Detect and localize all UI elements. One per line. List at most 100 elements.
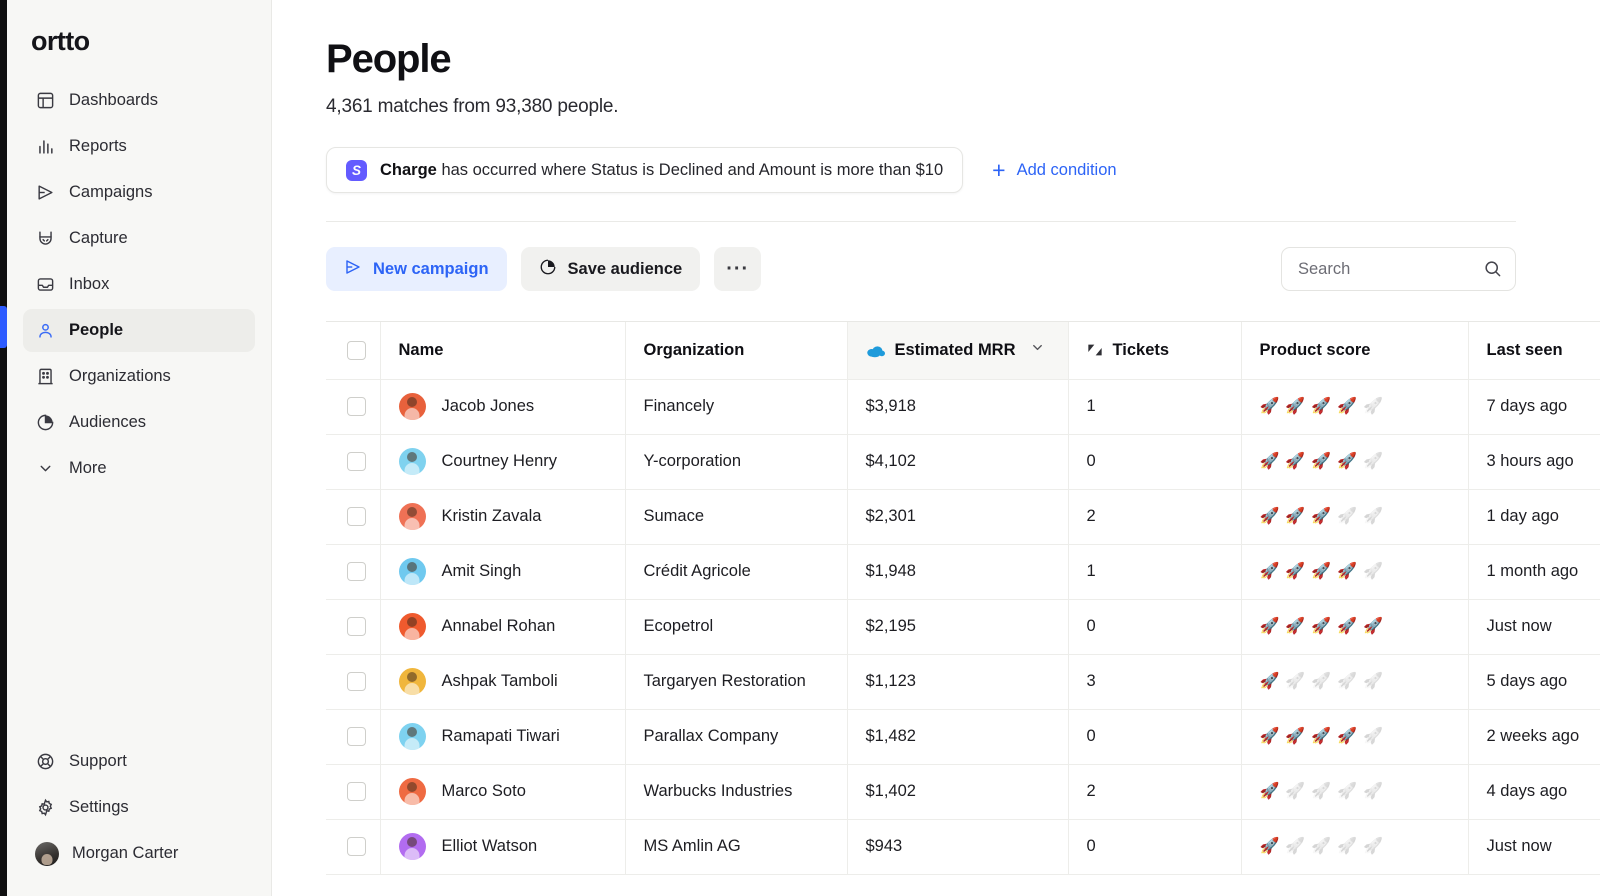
sidebar-item-label: Campaigns [69,183,153,201]
sidebar-item-organizations[interactable]: Organizations [23,355,255,398]
cell-name: Courtney Henry [380,434,626,490]
filter-condition-pill[interactable]: S Charge has occurred where Status is De… [326,147,964,193]
column-header-last-seen[interactable]: Last seen [1468,322,1600,380]
row-checkbox[interactable] [347,617,366,636]
row-checkbox[interactable] [347,727,366,746]
sidebar-item-label: Support [69,752,127,770]
rocket-icon: 🚀 [1337,727,1358,745]
sidebar-item-audiences[interactable]: Audiences [23,401,255,444]
rocket-icon: 🚀 [1285,837,1306,855]
plus-icon: + [992,156,1006,183]
cell-last-seen: 3 hours ago [1468,434,1600,490]
sidebar-item-dashboards[interactable]: Dashboards [23,79,255,122]
select-all-checkbox[interactable] [347,340,366,360]
table-row[interactable]: Marco Soto Warbucks Industries $1,402 2 🚀 🚀 🚀 🚀… [326,764,1600,820]
save-audience-button[interactable]: Save audience [520,247,701,291]
column-header-name[interactable]: Name [380,322,626,380]
table-row[interactable]: Elliot Watson MS Amlin AG $943 0 🚀 🚀 🚀 🚀 🚀 Just n… [326,819,1600,875]
column-header-organization[interactable]: Organization [625,322,848,380]
rocket-icon: 🚀 [1285,782,1306,800]
row-checkbox[interactable] [347,782,366,801]
row-checkbox[interactable] [347,837,366,856]
gear-icon [35,797,56,818]
cell-name: Marco Soto [380,764,626,820]
cell-name: Amit Singh [380,544,626,600]
person-name: Ramapati Tiwari [441,727,560,745]
cell-estimated-mrr: $2,195 [847,599,1069,655]
table-row[interactable]: Ashpak Tamboli Targaryen Restoration $1,12… [326,654,1600,710]
cell-last-seen: 1 day ago [1468,489,1600,545]
rocket-icon: 🚀 [1337,837,1358,855]
sidebar-item-user-profile[interactable]: Morgan Carter [23,832,255,875]
rocket-icon: 🚀 [1259,617,1280,635]
sidebar-item-support[interactable]: Support [23,740,255,783]
send-icon [35,182,56,203]
lifebuoy-icon [35,751,56,772]
search-input[interactable] [1281,247,1516,291]
column-header-estimated-mrr[interactable]: Estimated MRR [847,322,1069,380]
rocket-icon: 🚀 [1363,837,1384,855]
search-container [1281,247,1516,291]
search-icon[interactable] [1483,259,1502,283]
salesforce-cloud-icon [866,344,885,357]
rocket-icon: 🚀 [1337,562,1358,580]
main-content: People 4,361 matches from 93,380 people.… [272,0,1600,896]
sidebar-item-people[interactable]: People [23,309,255,352]
sidebar-item-capture[interactable]: Capture [23,217,255,260]
cell-tickets: 1 [1068,544,1242,600]
condition-rest-text: has occurred where Status is Declined an… [436,160,944,179]
rocket-icon: 🚀 [1259,562,1280,580]
row-select-cell [326,544,381,600]
sidebar-bottom-nav: Support Settings Morgan Carter [7,740,271,896]
rocket-icon: 🚀 [1259,397,1280,415]
cell-name: Kristin Zavala [380,489,626,545]
person-name: Amit Singh [441,562,522,580]
rocket-icon: 🚀 [1311,617,1332,635]
table-row[interactable]: Amit Singh Crédit Agricole $1,948 1 🚀 🚀 🚀 🚀 🚀 1 m… [326,544,1600,600]
rocket-icon: 🚀 [1285,562,1306,580]
cell-tickets: 0 [1068,599,1242,655]
row-checkbox[interactable] [347,562,366,581]
sidebar-item-inbox[interactable]: Inbox [23,263,255,306]
table-header-row: Name Organization Estimated MRR Tickets … [326,322,1600,380]
more-actions-button[interactable]: ··· [714,247,762,291]
chevron-down-icon[interactable] [1030,340,1045,360]
column-label: Tickets [1112,340,1170,359]
column-label: Name [398,340,444,359]
table-row[interactable]: Ramapati Tiwari Parallax Company $1,482 0 🚀 🚀… [326,709,1600,765]
add-condition-button[interactable]: + Add condition [992,156,1116,183]
column-header-product-score[interactable]: Product score [1241,322,1469,380]
sidebar-item-settings[interactable]: Settings [23,786,255,829]
cell-estimated-mrr: $943 [847,819,1069,875]
column-header-tickets[interactable]: Tickets [1068,322,1242,380]
sidebar-item-more[interactable]: More [23,447,255,490]
row-select-cell [326,709,381,765]
people-table: Name Organization Estimated MRR Tickets … [326,322,1600,875]
rocket-icon: 🚀 [1285,672,1306,690]
table-row[interactable]: Jacob Jones Financely $3,918 1 🚀 🚀 🚀 🚀 🚀 7 days a… [326,379,1600,435]
row-select-cell [326,654,381,710]
cell-product-score: 🚀 🚀 🚀 🚀 🚀 [1241,599,1469,655]
table-row[interactable]: Kristin Zavala Sumace $2,301 2 🚀 🚀 🚀 🚀 🚀 1 day ag… [326,489,1600,545]
sidebar-item-label: Organizations [69,367,171,385]
sidebar-item-reports[interactable]: Reports [23,125,255,168]
avatar [398,833,426,860]
save-audience-label: Save audience [567,259,683,278]
sidebar: ortto Dashboards Reports Campaigns Captu… [0,0,272,896]
row-select-cell [326,819,381,875]
rocket-icon: 🚀 [1259,782,1280,800]
person-name: Courtney Henry [441,452,558,470]
send-icon [344,258,362,281]
row-checkbox[interactable] [347,672,366,691]
cell-tickets: 0 [1068,434,1242,490]
row-checkbox[interactable] [347,452,366,471]
new-campaign-button[interactable]: New campaign [326,247,507,291]
pie-chart-icon [35,412,56,433]
table-row[interactable]: Courtney Henry Y-corporation $4,102 0 🚀 🚀 🚀 🚀 🚀 3… [326,434,1600,490]
app-logo[interactable]: ortto [7,0,271,75]
table-row[interactable]: Annabel Rohan Ecopetrol $2,195 0 🚀 🚀 🚀 🚀 🚀 Just n… [326,599,1600,655]
sidebar-item-campaigns[interactable]: Campaigns [23,171,255,214]
cell-tickets: 1 [1068,379,1242,435]
row-checkbox[interactable] [347,397,366,416]
row-checkbox[interactable] [347,507,366,526]
